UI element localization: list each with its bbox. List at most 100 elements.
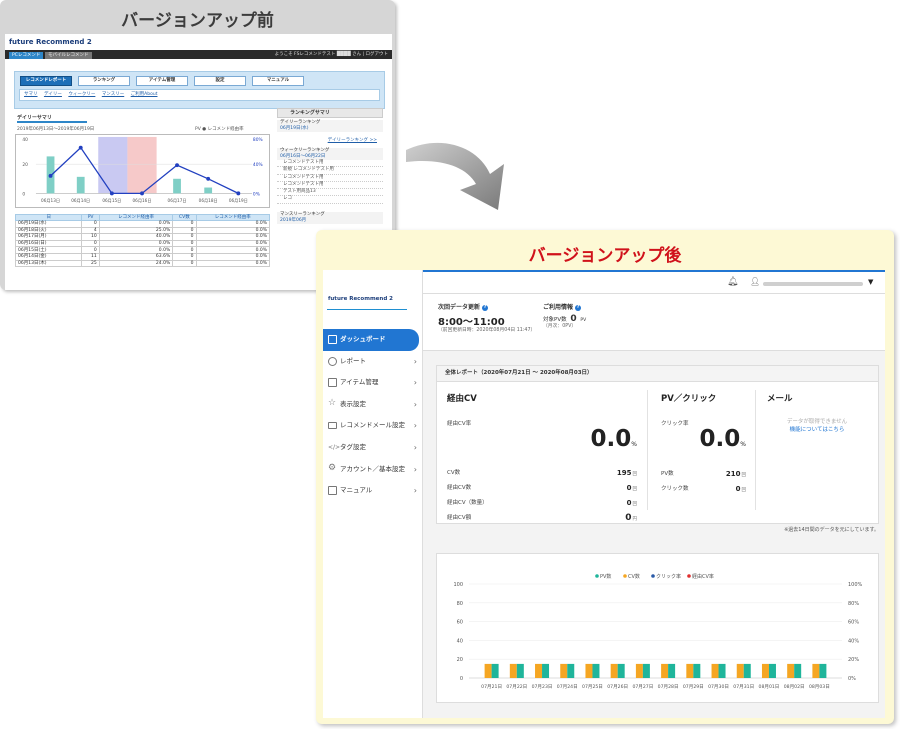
dashboard-icon [328,335,337,344]
tab-mobile-recommend[interactable]: モバイルレコメンド [45,52,92,59]
subnav-summary[interactable]: サマリ [24,92,38,97]
via-cv-amount-value: 0 [625,513,632,523]
before-daily-table: 日 PV レコメンド経由率 CV数 レコメンド経由率 06月19日(水) 0 0.0… [14,214,270,268]
via-cv-qty-row: 経由CV（数量） 0回 [447,496,637,511]
monthly-ranking-date: 2019年06月 [280,217,307,223]
before-x-tick: 06月15日 [102,198,121,203]
subnav-usage[interactable]: ご利用About [131,92,158,97]
before-y-tick-40: 40 [22,137,28,143]
table-cell: 25 [81,259,100,268]
nav-settings[interactable]: 設定 [194,76,246,86]
mail-section: メール データが取得できません 機能についてはこちら [767,392,867,433]
via-cv-amount-row: 経由CV額 0円 [447,511,637,526]
sidebar-item-mail-settings[interactable]: レコメンドメール設定 › [323,415,423,437]
pv-bar [768,663,776,678]
legend-label: CV数 [628,573,640,580]
table-cell: 0 [172,226,197,235]
cv-count-label: CV数 [447,470,461,476]
help-icon[interactable]: ? [482,304,489,311]
ranking-item[interactable]: レコ [277,196,383,204]
after-screenshot: future Recommend 2 ダッシュボード レポート › アイテム管理… [323,270,885,718]
bell-icon[interactable]: 🔔︎ [727,277,738,287]
before-nav: レコメンドレポート ランキング アイテム管理 設定 マニュアル サマリ デイリー… [14,71,385,109]
cv-bar [736,663,744,678]
chevron-down-icon[interactable]: ▼ [868,278,873,286]
pv-bar [642,663,650,678]
table-cell: 06月18日(火) [14,226,83,235]
user-icon[interactable]: 👤︎ [750,277,760,286]
target-pv-unit: PV [580,318,587,323]
cv-bar [711,663,719,678]
chevron-right-icon: › [413,378,417,388]
nav-ranking[interactable]: ランキング [78,76,130,86]
before-y-tick-20: 20 [22,162,28,168]
sidebar-item-display-settings[interactable]: ☆ 表示設定 › [323,394,423,416]
before-chart-legend: PV ● レコメンド経由率 [195,127,244,132]
y-tick-label: 100 [453,582,463,588]
sidebar-item-item-management[interactable]: アイテム管理 › [323,372,423,394]
table-cell: 0.0% [195,252,270,261]
mail-no-data-msg: データが取得できません [786,419,848,425]
tab-pc-recommend[interactable]: PCレコメンド [9,52,44,59]
nav-manual[interactable]: マニュアル [252,76,304,86]
nav-recommend-report[interactable]: レコメンドレポート [20,76,72,86]
next-update-label: 次回データ更新 [438,304,481,311]
pv-bar [794,663,802,678]
sidebar-item-manual[interactable]: マニュアル › [323,480,423,502]
click-count-label: クリック数 [661,486,689,492]
x-tick-label: 07月29日 [683,684,704,690]
sidebar-item-dashboard[interactable]: ダッシュボード [323,329,419,351]
legend-marker [651,574,655,578]
sidebar-item-label: 表示設定 [340,399,366,408]
pv-count-value: 210 [725,470,741,478]
sidebar-item-report[interactable]: レポート › [323,351,423,373]
mail-feature-link[interactable]: 機能についてはこちら [767,425,867,433]
unit-label: 回 [632,502,638,507]
cv-bar [761,663,769,678]
x-tick-label: 07月22日 [506,684,527,690]
book-icon [328,486,337,496]
x-tick-label: 08月03日 [809,684,830,690]
before-x-tick: 06月14日 [71,198,90,203]
table-cell: 0 [81,246,100,254]
before-y2-tick-40: 40% [253,162,263,168]
table-cell: 0 [81,220,100,228]
chevron-right-icon: › [413,356,417,366]
daily-bar-chart: 0 0% 20 20% 40 40% 60 60% 80 80% 100 100% 07月21日 07月2… [453,573,863,690]
table-row: 06月19日(水) 0 0.0% 0 0.0% [14,220,270,228]
sidebar-item-account[interactable]: ⚙ アカウント／基本設定 › [323,459,423,481]
help-icon[interactable]: ? [575,304,582,311]
table-cell: 0.0% [98,239,174,248]
before-x-tick: 06月13日 [41,198,60,203]
y2-tick-label: 0% [848,676,856,682]
mail-title: メール [767,394,793,404]
nav-item-management[interactable]: アイテム管理 [136,76,188,86]
x-tick-label: 07月31日 [733,684,754,690]
daily-ranking-link[interactable]: デイリーランキング >> [277,138,383,144]
before-title: バージョンアップ前 [121,11,274,31]
subnav-weekly[interactable]: ウィークリー [68,92,95,97]
sidebar-menu: ダッシュボード レポート › アイテム管理 › ☆ 表示設定 › レコメンドメー… [323,329,423,502]
percent-unit: % [740,441,746,448]
user-name-redacted[interactable] [763,282,863,286]
sidebar-item-tag-settings[interactable]: </> タグ設定 › [323,437,423,459]
table-cell: 25.0% [98,226,174,235]
before-x-tick: 06月18日 [199,198,218,203]
sidebar-item-label: ダッシュボード [340,335,386,343]
subnav-daily[interactable]: デイリー [44,92,62,97]
subnav-monthly[interactable]: マンスリー [102,92,124,97]
clipboard-icon [328,378,337,388]
usage-block: ご利用情報? 対象PV数 0 PV （月次：0PV） [543,302,586,330]
pv-bar [592,663,600,678]
after-panel: バージョンアップ後 future Recommend 2 ダッシュボード レポー… [316,230,894,724]
y2-tick-label: 100% [848,582,863,588]
legend-marker [623,574,627,578]
ranking-item[interactable]: レコメンドテスト用 [277,175,383,182]
ranking-item[interactable]: テスト用商品13 [277,189,383,197]
code-icon: </> [328,443,341,451]
divider [755,390,756,510]
ranking-item[interactable]: 新規 レコメンドテスト用 [277,167,383,175]
cv-bar [560,663,568,678]
target-pv: 対象PV数 0 PV [543,314,586,324]
table-cell: 11 [81,252,100,261]
